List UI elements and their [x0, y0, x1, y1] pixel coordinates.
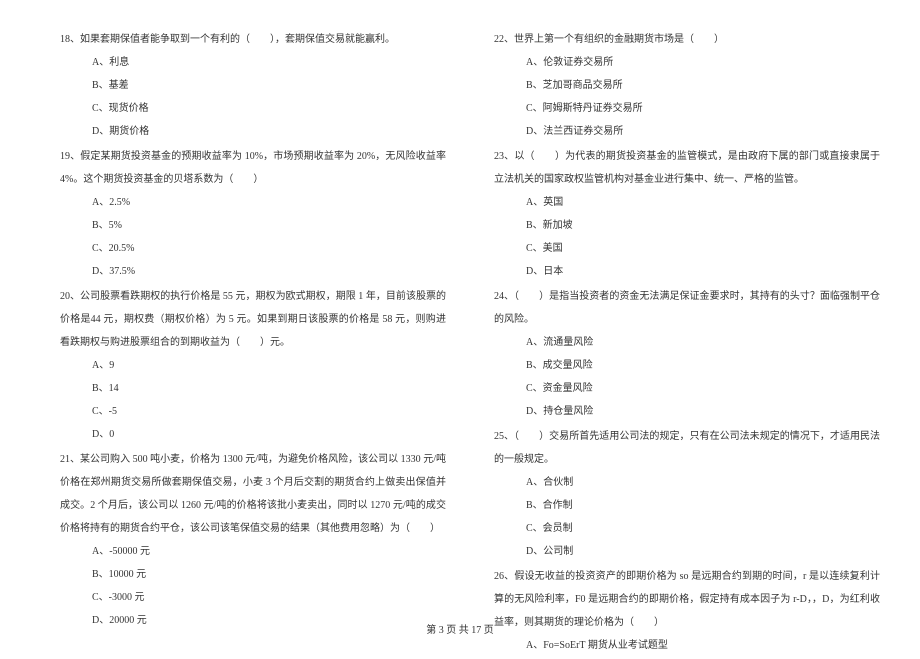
option-b: B、14	[60, 377, 446, 400]
question-text: 18、如果套期保值者能争取到一个有利的（ ），套期保值交易就能赢利。	[60, 28, 446, 51]
question-19: 19、假定某期货投资基金的预期收益率为 10%，市场预期收益率为 20%，无风险…	[60, 145, 446, 283]
question-24: 24、（ ）是指当投资者的资金无法满足保证金要求时，其持有的头寸？面临强制平仓的…	[494, 285, 880, 423]
question-26: 26、假设无收益的投资资产的即期价格为 so 是远期合约到期的时间，r 是以连续…	[494, 565, 880, 657]
option-b: B、合作制	[494, 494, 880, 517]
question-text: 19、假定某期货投资基金的预期收益率为 10%，市场预期收益率为 20%，无风险…	[60, 145, 446, 191]
option-b: B、新加坡	[494, 214, 880, 237]
option-c: C、现货价格	[60, 97, 446, 120]
option-c: C、-3000 元	[60, 586, 446, 609]
option-a: A、2.5%	[60, 191, 446, 214]
option-b: B、芝加哥商品交易所	[494, 74, 880, 97]
page-footer: 第 3 页 共 17 页	[0, 621, 920, 636]
option-d: D、期货价格	[60, 120, 446, 143]
question-text: 25、（ ）交易所首先适用公司法的规定，只有在公司法未规定的情况下，才适用民法的…	[494, 425, 880, 471]
question-22: 22、世界上第一个有组织的金融期货市场是（ ） A、伦敦证券交易所 B、芝加哥商…	[494, 28, 880, 143]
question-23: 23、以（ ）为代表的期货投资基金的监管模式，是由政府下属的部门或直接隶属于立法…	[494, 145, 880, 283]
option-c: C、-5	[60, 400, 446, 423]
option-c: C、会员制	[494, 517, 880, 540]
option-d: D、37.5%	[60, 260, 446, 283]
option-d: D、公司制	[494, 540, 880, 563]
question-18: 18、如果套期保值者能争取到一个有利的（ ），套期保值交易就能赢利。 A、利息 …	[60, 28, 446, 143]
option-b: B、基差	[60, 74, 446, 97]
two-column-layout: 18、如果套期保值者能争取到一个有利的（ ），套期保值交易就能赢利。 A、利息 …	[60, 28, 880, 659]
question-25: 25、（ ）交易所首先适用公司法的规定，只有在公司法未规定的情况下，才适用民法的…	[494, 425, 880, 563]
question-text: 23、以（ ）为代表的期货投资基金的监管模式，是由政府下属的部门或直接隶属于立法…	[494, 145, 880, 191]
option-b: B、5%	[60, 214, 446, 237]
option-a: A、-50000 元	[60, 540, 446, 563]
question-20: 20、公司股票看跌期权的执行价格是 55 元，期权为欧式期权，期限 1 年，目前…	[60, 285, 446, 446]
left-column: 18、如果套期保值者能争取到一个有利的（ ），套期保值交易就能赢利。 A、利息 …	[60, 28, 446, 659]
question-text: 24、（ ）是指当投资者的资金无法满足保证金要求时，其持有的头寸？面临强制平仓的…	[494, 285, 880, 331]
option-d: D、法兰西证券交易所	[494, 120, 880, 143]
option-a: A、合伙制	[494, 471, 880, 494]
option-a: A、利息	[60, 51, 446, 74]
option-c: C、美国	[494, 237, 880, 260]
option-b: B、10000 元	[60, 563, 446, 586]
right-column: 22、世界上第一个有组织的金融期货市场是（ ） A、伦敦证券交易所 B、芝加哥商…	[494, 28, 880, 659]
option-c: C、资金量风险	[494, 377, 880, 400]
option-a: A、9	[60, 354, 446, 377]
option-d: D、持仓量风险	[494, 400, 880, 423]
option-d: D、日本	[494, 260, 880, 283]
question-text: 20、公司股票看跌期权的执行价格是 55 元，期权为欧式期权，期限 1 年，目前…	[60, 285, 446, 354]
option-c: C、20.5%	[60, 237, 446, 260]
option-a: A、伦敦证券交易所	[494, 51, 880, 74]
option-a: A、流通量风险	[494, 331, 880, 354]
question-21: 21、某公司购入 500 吨小麦，价格为 1300 元/吨，为避免价格风险，该公…	[60, 448, 446, 632]
option-b: B、成交量风险	[494, 354, 880, 377]
option-a: A、英国	[494, 191, 880, 214]
option-a: A、Fo=SoErT 期货从业考试题型	[494, 634, 880, 657]
option-c: C、阿姆斯特丹证券交易所	[494, 97, 880, 120]
option-d: D、0	[60, 423, 446, 446]
question-text: 22、世界上第一个有组织的金融期货市场是（ ）	[494, 28, 880, 51]
question-text: 21、某公司购入 500 吨小麦，价格为 1300 元/吨，为避免价格风险，该公…	[60, 448, 446, 540]
